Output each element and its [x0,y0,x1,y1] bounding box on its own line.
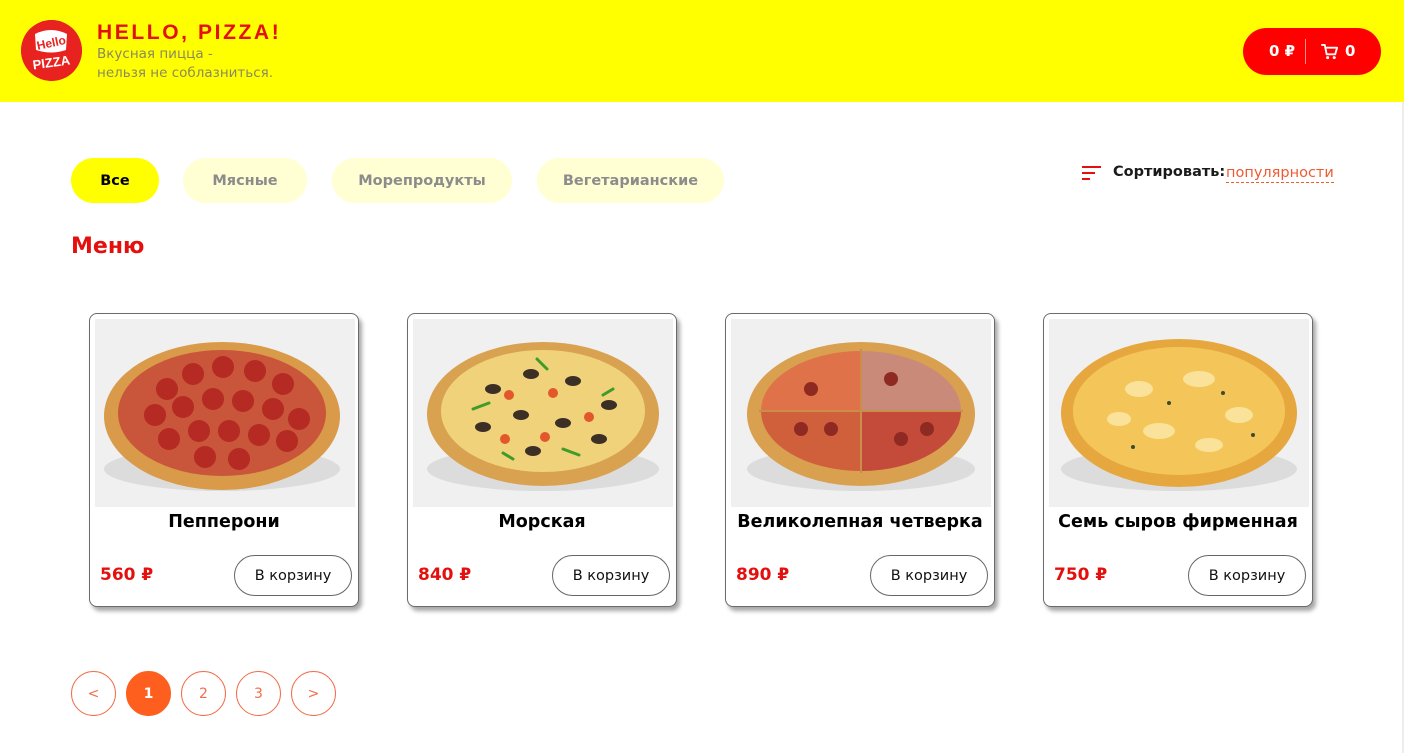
brand-title: HELLO, PIZZA! [97,21,282,44]
product-name: Семь сыров фирменная [1058,512,1298,532]
logo[interactable]: Hello PIZZA [21,20,82,81]
category-vegetarian[interactable]: Вегетарианские [537,158,724,203]
brand-tagline-line1: Вкусная пицца - [97,46,213,62]
menu-title: Меню [71,234,145,259]
add-to-cart-button[interactable]: В корзину [870,555,988,596]
category-meat[interactable]: Мясные [183,158,307,203]
cart-total: 0 ₽ [1269,42,1296,60]
product-name: Морская [498,512,586,532]
add-to-cart-button[interactable]: В корзину [234,555,352,596]
cart-count: 0 [1345,42,1356,60]
category-seafood[interactable]: Морепродукты [332,158,512,203]
product-name: Пепперони [168,512,280,532]
pagination-page-1[interactable]: 1 [126,671,171,716]
product-name: Великолепная четверка [737,512,983,532]
pepperoni-pizza-image[interactable] [95,319,355,507]
product-card: Семь сыров фирменная 750 ₽ В корзину [1043,313,1313,607]
sort-dropdown[interactable]: популярности [1226,164,1334,183]
sort-icon[interactable] [1082,166,1102,181]
cart-button[interactable]: 0 ₽ 0 [1243,28,1381,75]
add-to-cart-button[interactable]: В корзину [1188,555,1306,596]
product-price: 840 ₽ [418,565,472,585]
product-price: 890 ₽ [736,565,790,585]
pagination-page-2[interactable]: 2 [181,671,226,716]
site-header: Hello PIZZA HELLO, PIZZA! Вкусная пицца … [0,0,1404,102]
product-card: Пепперони 560 ₽ В корзину [89,313,359,607]
sort-label: Сортировать: [1113,164,1226,180]
cheese-pizza-image[interactable] [1049,319,1309,507]
logo-icon: Hello PIZZA [21,20,82,81]
cart-icon [1321,43,1338,60]
pagination-page-3[interactable]: 3 [236,671,281,716]
product-price: 750 ₽ [1054,565,1108,585]
brand-tagline-line2: нельзя не соблазниться. [97,65,274,81]
add-to-cart-button[interactable]: В корзину [552,555,670,596]
cart-divider [1305,39,1306,64]
product-card: Морская 840 ₽ В корзину [407,313,677,607]
product-card: Великолепная четверка 890 ₽ В корзину [725,313,995,607]
seafood-pizza-image[interactable] [413,319,673,507]
four-seasons-pizza-image[interactable] [731,319,991,507]
category-all[interactable]: Все [71,158,159,203]
pagination-next-button[interactable]: > [291,671,336,716]
pagination-prev-button[interactable]: < [71,671,116,716]
product-price: 560 ₽ [100,565,154,585]
